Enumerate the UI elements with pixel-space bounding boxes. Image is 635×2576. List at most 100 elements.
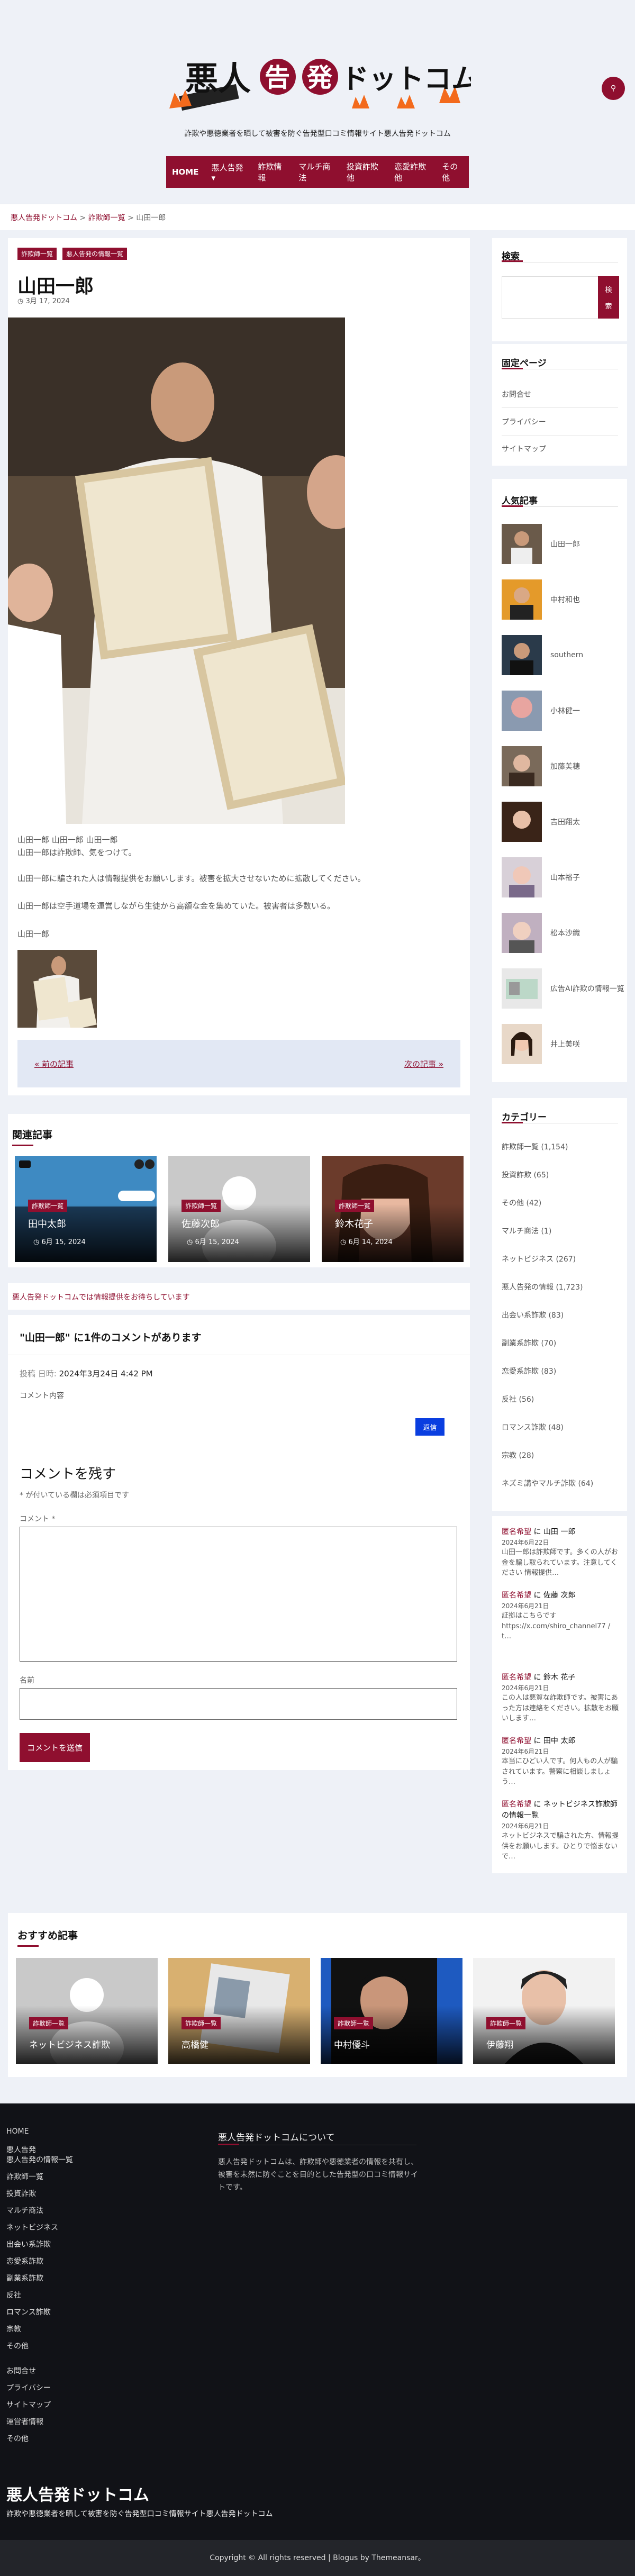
footer-nav-item[interactable]: その他	[6, 2341, 29, 2351]
related-post-title[interactable]: 田中太郎	[28, 1217, 66, 1230]
recommended-post[interactable]: 詐欺師一覧 高橋健	[168, 1958, 310, 2064]
comment-author[interactable]: 匿名希望	[502, 1591, 531, 1600]
footer-nav-item[interactable]: マルチ商法	[6, 2205, 43, 2216]
popular-post[interactable]: 小林健一	[502, 691, 580, 731]
comment-author[interactable]: 匿名希望	[502, 1737, 531, 1745]
footer-nav-item[interactable]: 恋愛系詐欺	[6, 2256, 43, 2266]
comment-on[interactable]: に 山田 一郎	[533, 1528, 575, 1536]
popular-post[interactable]: 広告AI詐欺の情報一覧	[502, 968, 624, 1009]
category-badge[interactable]: 詐欺師一覧	[28, 1200, 68, 1212]
search-icon[interactable]: ⚲	[602, 77, 625, 100]
popular-post-title[interactable]: 中村和也	[550, 594, 580, 605]
category-badge[interactable]: 詐欺師一覧	[29, 2017, 69, 2029]
category-link[interactable]: マルチ商法 (1)	[502, 1226, 551, 1236]
category-link[interactable]: 恋愛系詐欺 (83)	[502, 1366, 556, 1376]
category-link[interactable]: その他 (42)	[502, 1198, 541, 1208]
nav-item-toshi[interactable]: 投資詐欺他	[341, 156, 387, 188]
popular-post-title[interactable]: 松本沙織	[550, 928, 580, 938]
category-link[interactable]: 詐欺師一覧 (1,154)	[502, 1141, 568, 1152]
footer-nav-item[interactable]: ネットビジネス	[6, 2222, 58, 2233]
footer-nav-item[interactable]: お問合せ	[6, 2365, 36, 2376]
comment-on[interactable]: に 田中 太郎	[533, 1737, 575, 1745]
site-logo[interactable]: 悪人 告 発 ドットコム	[164, 40, 471, 124]
popular-post-title[interactable]: 山本裕子	[550, 872, 580, 883]
footer-nav-item[interactable]: HOME	[6, 2127, 29, 2136]
nav-item-other[interactable]: その他	[436, 156, 469, 188]
popular-post-title[interactable]: 井上美咲	[550, 1039, 580, 1049]
popular-post-title[interactable]: 加藤美穂	[550, 761, 580, 772]
recommended-post-title[interactable]: 中村優斗	[334, 2037, 370, 2051]
footer-nav-item[interactable]: 悪人告発の情報一覧	[6, 2154, 73, 2165]
reply-button[interactable]: 返信	[415, 1418, 444, 1436]
popular-post[interactable]: 松本沙織	[502, 913, 580, 953]
recommended-post-title[interactable]: 伊藤翔	[486, 2037, 513, 2051]
category-link[interactable]: ネットビジネス (267)	[502, 1254, 576, 1264]
popular-post-title[interactable]: 吉田翔太	[550, 817, 580, 827]
recommended-post[interactable]: 詐欺師一覧 伊藤翔	[473, 1958, 615, 2064]
recommended-post-title[interactable]: ネットビジネス詐欺	[29, 2037, 110, 2051]
nav-item-multi[interactable]: マルチ商法	[293, 156, 339, 188]
related-post[interactable]: 詐欺師一覧 鈴木花子 ◷ 6月 14, 2024	[322, 1156, 464, 1262]
prev-post-link[interactable]: « 前の記事	[34, 1058, 74, 1069]
page-link[interactable]: サイトマップ	[502, 443, 546, 454]
category-link[interactable]: ロマンス詐欺 (48)	[502, 1422, 564, 1432]
popular-post[interactable]: 加藤美穂	[502, 746, 580, 786]
footer-nav-item[interactable]: 副業系詐欺	[6, 2273, 43, 2283]
footer-nav-item[interactable]: 投資詐欺	[6, 2188, 36, 2199]
category-link[interactable]: 投資詐欺 (65)	[502, 1169, 549, 1180]
comment-on[interactable]: に 佐藤 次郎	[533, 1591, 575, 1600]
search-button[interactable]: 検索	[598, 276, 619, 319]
category-badge[interactable]: 悪人告発の情報一覧	[62, 248, 128, 260]
footer-nav-item[interactable]: ロマンス詐欺	[6, 2307, 51, 2317]
footer-nav-item[interactable]: 出会い系詐欺	[6, 2239, 51, 2250]
popular-post-title[interactable]: 広告AI詐欺の情報一覧	[550, 983, 624, 994]
footer-nav-item[interactable]: 宗教	[6, 2324, 21, 2334]
popular-post[interactable]: 山田一郎	[502, 524, 580, 564]
popular-post[interactable]: 井上美咲	[502, 1024, 580, 1064]
footer-nav-item[interactable]: 運営者情報	[6, 2416, 43, 2427]
popular-post-title[interactable]: 山田一郎	[550, 539, 580, 549]
recommended-post-title[interactable]: 高橋健	[182, 2037, 208, 2051]
comment-author[interactable]: 匿名希望	[502, 1800, 531, 1809]
category-link[interactable]: 副業系詐欺 (70)	[502, 1338, 556, 1348]
nav-item-renai[interactable]: 恋愛詐欺他	[388, 156, 435, 188]
category-badge[interactable]: 詐欺師一覧	[335, 1200, 375, 1212]
related-post-title[interactable]: 佐藤次郎	[182, 1217, 220, 1230]
related-post-title[interactable]: 鈴木花子	[335, 1217, 373, 1230]
category-badge[interactable]: 詐欺師一覧	[334, 2017, 374, 2029]
submit-comment-button[interactable]: コメントを送信	[20, 1733, 90, 1762]
nav-item-akunin[interactable]: 悪人告発 ▾	[205, 156, 251, 188]
related-post[interactable]: 詐欺師一覧 佐藤次郎 ◷ 6月 15, 2024	[168, 1156, 310, 1262]
share-link[interactable]: 悪人告発ドットコムでは情報提供をお待ちしています	[12, 1292, 190, 1302]
page-link[interactable]: プライバシー	[502, 416, 546, 427]
category-link[interactable]: 反社 (56)	[502, 1394, 534, 1404]
breadcrumb-home[interactable]: 悪人告発ドットコム	[11, 214, 77, 222]
category-badge[interactable]: 詐欺師一覧	[182, 1200, 221, 1212]
category-badge[interactable]: 詐欺師一覧	[182, 2017, 221, 2029]
footer-nav-item[interactable]: 詐欺師一覧	[6, 2171, 43, 2182]
search-input[interactable]	[502, 276, 607, 319]
popular-post[interactable]: southern	[502, 635, 583, 675]
category-link[interactable]: ネズミ講やマルチ詐欺 (64)	[502, 1478, 593, 1489]
category-link[interactable]: 悪人告発の情報 (1,723)	[502, 1282, 583, 1292]
popular-post-title[interactable]: southern	[550, 651, 583, 659]
footer-brand[interactable]: 悪人告発ドットコム	[6, 2482, 149, 2505]
popular-post-title[interactable]: 小林健一	[550, 705, 580, 716]
popular-post[interactable]: 中村和也	[502, 579, 580, 620]
post-thumbnail[interactable]	[17, 950, 97, 1028]
popular-post[interactable]: 吉田翔太	[502, 802, 580, 842]
name-input[interactable]	[20, 1688, 457, 1720]
footer-nav-item[interactable]: プライバシー	[6, 2382, 51, 2393]
category-link[interactable]: 出会い系詐欺 (83)	[502, 1310, 564, 1320]
comment-author[interactable]: 匿名希望	[502, 1528, 531, 1536]
nav-item-home[interactable]: HOME	[166, 156, 204, 188]
comment-on[interactable]: に 鈴木 花子	[533, 1673, 575, 1682]
category-link[interactable]: 宗教 (28)	[502, 1450, 534, 1461]
footer-nav-item[interactable]: 反社	[6, 2290, 21, 2300]
recommended-post[interactable]: 詐欺師一覧 中村優斗	[321, 1958, 462, 2064]
popular-post[interactable]: 山本裕子	[502, 857, 580, 897]
related-post[interactable]: 詐欺師一覧 田中太郎 ◷ 6月 15, 2024	[15, 1156, 157, 1262]
comment-textarea[interactable]	[20, 1527, 457, 1662]
footer-nav-item[interactable]: 悪人告発	[6, 2144, 36, 2155]
recommended-post[interactable]: 詐欺師一覧 ネットビジネス詐欺	[16, 1958, 158, 2064]
